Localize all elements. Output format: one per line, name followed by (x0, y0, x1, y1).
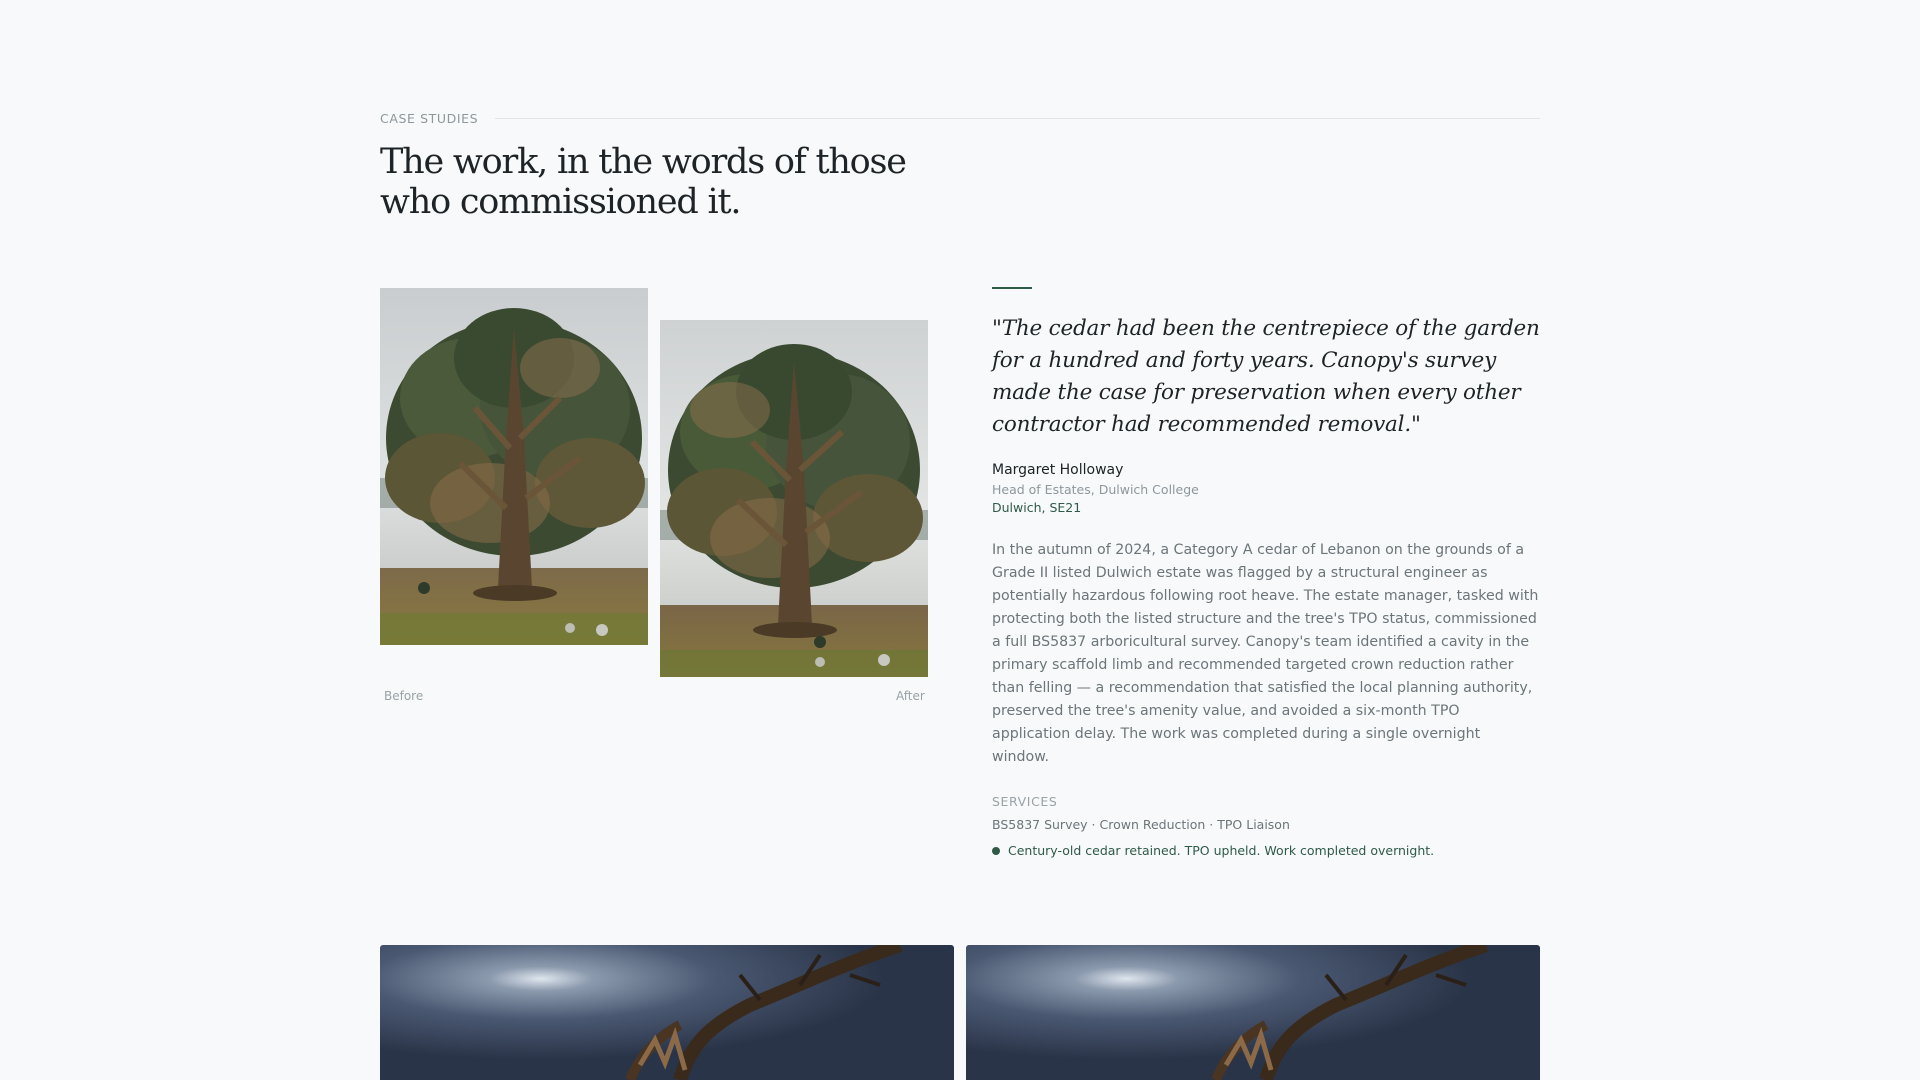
before-caption: Before (384, 689, 424, 703)
case-study-card-image[interactable] (380, 945, 954, 1080)
section-eyebrow: CASE STUDIES (380, 111, 479, 126)
page: CASE STUDIES The work, in the words of t… (0, 0, 1920, 1080)
dot-icon (992, 846, 1000, 855)
services-list: BS5837 Survey · Crown Reduction · TPO Li… (992, 817, 1290, 832)
storm-tree-image (380, 945, 954, 1080)
outcome-text: Century-old cedar retained. TPO upheld. … (1008, 843, 1435, 858)
author-role: Head of Estates, Dulwich College (992, 482, 1199, 497)
outcome-line: Century-old cedar retained. TPO upheld. … (992, 843, 1540, 858)
case-study-card-image[interactable] (966, 945, 1540, 1080)
section-headline: The work, in the words of those who comm… (380, 142, 907, 222)
testimonial-quote: "The cedar had been the centrepiece of t… (992, 316, 1540, 437)
before-photo (380, 288, 648, 645)
case-study-body: In the autumn of 2024, a Category A ceda… (992, 542, 1539, 765)
author-location: Dulwich, SE21 (992, 500, 1082, 515)
section-eyebrow-row: CASE STUDIES (380, 111, 1540, 126)
cedar-tree-after-image (660, 320, 928, 677)
eyebrow-divider (495, 118, 1540, 119)
storm-tree-image (966, 945, 1540, 1080)
after-caption: After (896, 689, 925, 703)
cedar-tree-before-image (380, 288, 648, 645)
testimonial: "The cedar had been the centrepiece of t… (992, 287, 1540, 858)
author-name: Margaret Holloway (992, 462, 1124, 478)
services-label: SERVICES (992, 794, 1058, 809)
accent-rule (992, 287, 1032, 289)
after-photo (660, 320, 928, 677)
